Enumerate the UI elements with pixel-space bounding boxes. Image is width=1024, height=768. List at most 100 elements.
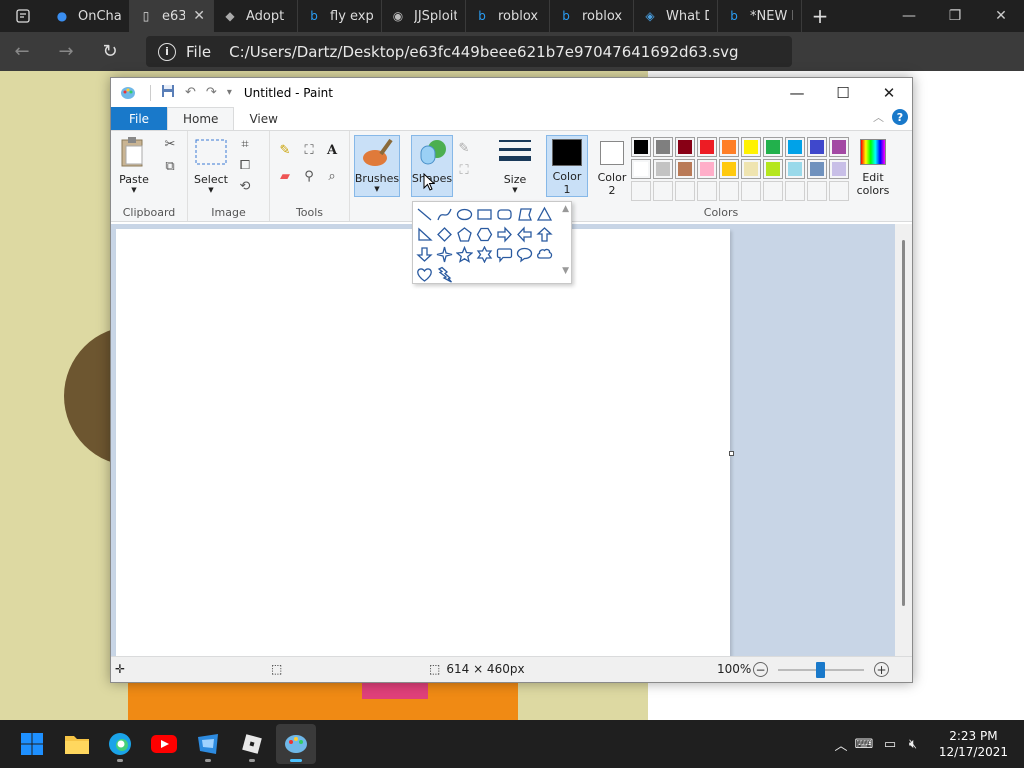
six-point-star-shape-icon[interactable] — [474, 244, 494, 264]
start-button[interactable] — [12, 724, 52, 764]
browser-tab[interactable]: b roblox e — [466, 0, 550, 32]
scroll-up-icon[interactable]: ▲ — [562, 204, 569, 214]
oval-shape-icon[interactable] — [454, 204, 474, 224]
rounded-rectangle-shape-icon[interactable] — [494, 204, 514, 224]
color1-button[interactable]: Color 1 — [546, 135, 588, 197]
palette-color-swatch[interactable] — [741, 137, 761, 157]
left-arrow-shape-icon[interactable] — [514, 224, 534, 244]
palette-color-swatch[interactable] — [785, 137, 805, 157]
show-hidden-icons-icon[interactable]: ︿ — [832, 735, 850, 754]
palette-color-swatch[interactable] — [653, 159, 673, 179]
right-triangle-shape-icon[interactable] — [414, 224, 434, 244]
zoom-out-button[interactable]: − — [753, 662, 768, 677]
outline-icon[interactable]: ✎ — [455, 139, 473, 157]
rectangle-shape-icon[interactable] — [474, 204, 494, 224]
scroll-down-icon[interactable]: ▼ — [562, 266, 569, 276]
palette-color-swatch[interactable] — [631, 159, 651, 179]
palette-color-swatch[interactable] — [675, 159, 695, 179]
browser-tab[interactable]: ◈ What Do — [634, 0, 718, 32]
close-tab-icon[interactable]: ✕ — [193, 8, 205, 24]
network-icon[interactable]: ▭ — [878, 737, 902, 752]
customize-qat-icon[interactable]: ▾ — [227, 87, 232, 98]
drawing-canvas[interactable] — [116, 229, 730, 656]
eraser-icon[interactable]: ▰ — [276, 167, 294, 185]
palette-color-swatch[interactable] — [697, 159, 717, 179]
browser-tab[interactable]: ● OnChain — [46, 0, 130, 32]
paint-close-button[interactable]: ✕ — [866, 78, 912, 107]
palette-color-swatch[interactable] — [763, 159, 783, 179]
custom-color-slot[interactable] — [675, 181, 695, 201]
paste-button[interactable]: Paste ▼ — [117, 135, 151, 194]
browser-tab[interactable]: b roblox e — [550, 0, 634, 32]
zoom-in-button[interactable]: + — [874, 662, 889, 677]
address-bar[interactable]: i File C:/Users/Dartz/Desktop/e63fc449be… — [146, 36, 792, 67]
keyboard-icon[interactable]: ⌨ — [850, 737, 878, 752]
oval-callout-shape-icon[interactable] — [514, 244, 534, 264]
custom-color-slot[interactable] — [653, 181, 673, 201]
lightning-shape-icon[interactable] — [434, 264, 454, 284]
custom-color-slot[interactable] — [631, 181, 651, 201]
vertical-scrollbar[interactable] — [895, 224, 912, 656]
browser-tab[interactable]: ▯ e63f ✕ — [130, 0, 214, 32]
color2-button[interactable]: Color 2 — [591, 135, 633, 197]
magnifier-icon[interactable]: ⌕ — [323, 167, 341, 185]
cloud-callout-shape-icon[interactable] — [534, 244, 554, 264]
resize-icon[interactable]: ⧠ — [236, 156, 254, 174]
rotate-icon[interactable]: ⟲ — [236, 177, 254, 195]
custom-color-slot[interactable] — [719, 181, 739, 201]
brushes-button[interactable]: Brushes ▼ — [354, 135, 400, 197]
custom-color-slot[interactable] — [829, 181, 849, 201]
custom-color-slot[interactable] — [785, 181, 805, 201]
curve-shape-icon[interactable] — [434, 204, 454, 224]
help-icon[interactable]: ? — [892, 109, 908, 125]
crop-icon[interactable]: ⌗ — [236, 135, 254, 153]
edge-button[interactable] — [100, 724, 140, 764]
forward-button[interactable]: → — [44, 32, 88, 71]
edit-colors-button[interactable]: Edit colors — [853, 135, 893, 197]
app-button[interactable] — [188, 724, 228, 764]
youtube-button[interactable] — [144, 724, 184, 764]
palette-color-swatch[interactable] — [741, 159, 761, 179]
custom-color-slot[interactable] — [741, 181, 761, 201]
palette-color-swatch[interactable] — [631, 137, 651, 157]
pentagon-shape-icon[interactable] — [454, 224, 474, 244]
browser-tab[interactable]: b *NEW ER — [718, 0, 802, 32]
palette-color-swatch[interactable] — [785, 159, 805, 179]
redo-icon[interactable]: ↷ — [206, 85, 217, 100]
cut-icon[interactable]: ✂ — [161, 135, 179, 153]
palette-color-swatch[interactable] — [763, 137, 783, 157]
palette-color-swatch[interactable] — [807, 137, 827, 157]
clock[interactable]: 2:23 PM 12/17/2021 — [939, 728, 1008, 760]
volume-muted-icon[interactable]: 🔇︎ — [902, 737, 924, 752]
five-point-star-shape-icon[interactable] — [454, 244, 474, 264]
text-icon[interactable]: A — [323, 141, 341, 159]
pencil-icon[interactable]: ✎ — [276, 141, 294, 159]
palette-color-swatch[interactable] — [807, 159, 827, 179]
close-button[interactable]: ✕ — [978, 0, 1024, 32]
palette-color-swatch[interactable] — [719, 159, 739, 179]
copy-icon[interactable]: ⧉ — [161, 157, 179, 175]
diamond-shape-icon[interactable] — [434, 224, 454, 244]
rounded-callout-shape-icon[interactable] — [494, 244, 514, 264]
restore-button[interactable]: ❐ — [932, 0, 978, 32]
new-tab-button[interactable]: + — [802, 0, 838, 32]
info-icon[interactable]: i — [158, 42, 176, 61]
size-button[interactable]: Size ▼ — [495, 135, 535, 194]
minimize-ribbon-icon[interactable]: ︿ — [873, 109, 884, 125]
scrollbar-thumb[interactable] — [902, 240, 905, 606]
back-button[interactable]: ← — [0, 32, 44, 71]
canvas-resize-handle-right[interactable] — [729, 451, 734, 456]
minimize-button[interactable]: — — [886, 0, 932, 32]
fill-icon[interactable]: ⛶ — [300, 141, 318, 159]
shape-fill-icon[interactable]: ⛶ — [455, 161, 473, 179]
save-icon[interactable] — [161, 84, 175, 102]
tab-home[interactable]: Home — [167, 107, 235, 130]
paint-maximize-button[interactable]: ☐ — [820, 78, 866, 107]
roblox-button[interactable] — [232, 724, 272, 764]
paint-minimize-button[interactable]: — — [774, 78, 820, 107]
palette-color-swatch[interactable] — [653, 137, 673, 157]
right-arrow-shape-icon[interactable] — [494, 224, 514, 244]
refresh-button[interactable]: ↻ — [88, 32, 132, 71]
palette-color-swatch[interactable] — [675, 137, 695, 157]
zoom-slider-thumb[interactable] — [816, 662, 825, 678]
